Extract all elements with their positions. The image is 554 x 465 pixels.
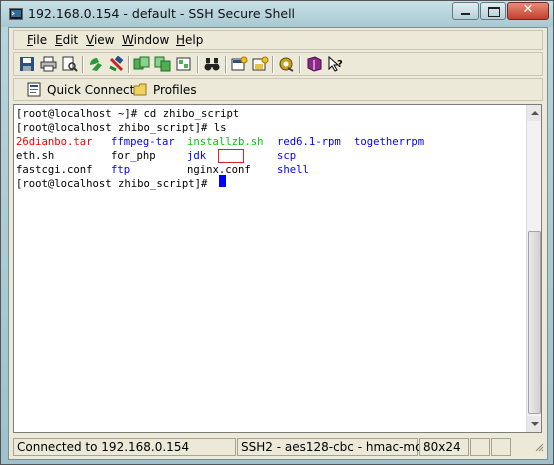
terminal-cursor — [219, 175, 226, 187]
cipher-status: SSH2 - aes128-cbc - hmac-md5 — [237, 438, 430, 456]
listing-entry: eth.sh — [16, 150, 55, 162]
terminal-prompt-line: [root@localhost zhibo_script]# — [16, 178, 214, 190]
paste-icon[interactable] — [108, 56, 125, 72]
new-connection-icon[interactable] — [133, 56, 150, 72]
resize-grip-icon[interactable] — [534, 442, 544, 454]
menu-bar: File Edit View Window Help — [13, 30, 543, 50]
window-title: 192.168.0.154 - default - SSH Secure She… — [28, 6, 296, 21]
new-terminal-window-icon[interactable] — [231, 56, 248, 72]
listing-entry: fastcgi.conf — [16, 164, 93, 176]
menu-edit[interactable]: Edit — [55, 33, 78, 47]
close-icon: ✕ — [522, 2, 534, 17]
context-help-icon[interactable]: ? — [327, 56, 344, 72]
command-highlight-box — [218, 149, 244, 163]
terminal-pane[interactable]: [root@localhost ~]# cd zhibo_script [roo… — [13, 104, 542, 433]
listing-entry: installzb.sh — [187, 136, 264, 148]
profiles-button[interactable]: Profiles — [133, 81, 203, 99]
scrollbar-thumb[interactable] — [528, 231, 541, 414]
title-bar[interactable]: 192.168.0.154 - default - SSH Secure She… — [1, 1, 553, 27]
menu-help[interactable]: Help — [176, 33, 203, 47]
terminal-line: [root@localhost zhibo_script]# ls — [16, 122, 227, 134]
toolbar-separator — [225, 56, 227, 73]
profiles-label: Profiles — [153, 83, 197, 97]
print-icon[interactable] — [40, 56, 57, 72]
scroll-down-arrow-icon[interactable] — [527, 416, 541, 432]
terminal-app-icon — [9, 8, 23, 20]
save-icon[interactable] — [19, 56, 36, 72]
menu-file[interactable]: File — [27, 33, 47, 47]
terminal-size-status: 80x24 — [419, 438, 469, 456]
close-button[interactable]: ✕ — [507, 2, 549, 20]
listing-entry: shell — [277, 164, 309, 176]
copy-icon[interactable] — [88, 56, 105, 72]
toolbar-separator — [82, 56, 84, 73]
help-book-icon[interactable] — [306, 56, 323, 72]
toolbar: ? — [13, 52, 543, 76]
vertical-scrollbar[interactable] — [526, 105, 541, 432]
client-area: File Edit View Window Help ? Quick Conne… — [8, 27, 548, 460]
folder-icon — [133, 83, 147, 96]
print-preview-icon[interactable] — [61, 56, 78, 72]
find-icon[interactable] — [175, 56, 192, 72]
settings-icon[interactable] — [278, 56, 295, 72]
binoculars-icon[interactable] — [204, 56, 221, 72]
listing-entry: 26dianbo.tar — [16, 136, 93, 148]
quick-connect-bar: Quick Connect Profiles — [13, 78, 543, 101]
disconnect-icon[interactable] — [154, 56, 171, 72]
listing-entry: togetherrpm — [354, 136, 425, 148]
menu-view[interactable]: View — [86, 33, 114, 47]
minimize-button[interactable] — [452, 2, 479, 20]
status-lock-cell — [470, 438, 490, 456]
quick-connect-icon — [27, 82, 41, 97]
listing-entry: for_php — [111, 150, 156, 162]
toolbar-separator — [128, 56, 130, 73]
ssh-client-window: 192.168.0.154 - default - SSH Secure She… — [0, 0, 554, 465]
listing-entry: scp — [277, 150, 297, 162]
toolbar-separator — [197, 56, 199, 73]
svg-text:?: ? — [337, 59, 343, 70]
toolbar-separator — [299, 56, 301, 73]
quick-connect-button[interactable]: Quick Connect — [27, 81, 134, 99]
quick-connect-label: Quick Connect — [47, 83, 135, 97]
listing-entry: jdk — [187, 150, 207, 162]
listing-entry: ftp — [111, 164, 131, 176]
listing-entry: red6.1-rpm — [277, 136, 341, 148]
terminal-line: [root@localhost ~]# cd zhibo_script — [16, 108, 240, 120]
new-file-transfer-window-icon[interactable] — [252, 56, 269, 72]
status-bar: Connected to 192.168.0.154 SSH2 - aes128… — [13, 438, 544, 458]
toolbar-separator — [272, 56, 274, 73]
listing-entry: ffmpeg-tar — [111, 136, 175, 148]
menu-window[interactable]: Window — [122, 33, 169, 47]
status-transfer-cell — [491, 438, 511, 456]
connection-status: Connected to 192.168.0.154 — [13, 438, 236, 456]
scroll-up-arrow-icon[interactable] — [527, 105, 541, 121]
maximize-button[interactable] — [480, 2, 506, 20]
